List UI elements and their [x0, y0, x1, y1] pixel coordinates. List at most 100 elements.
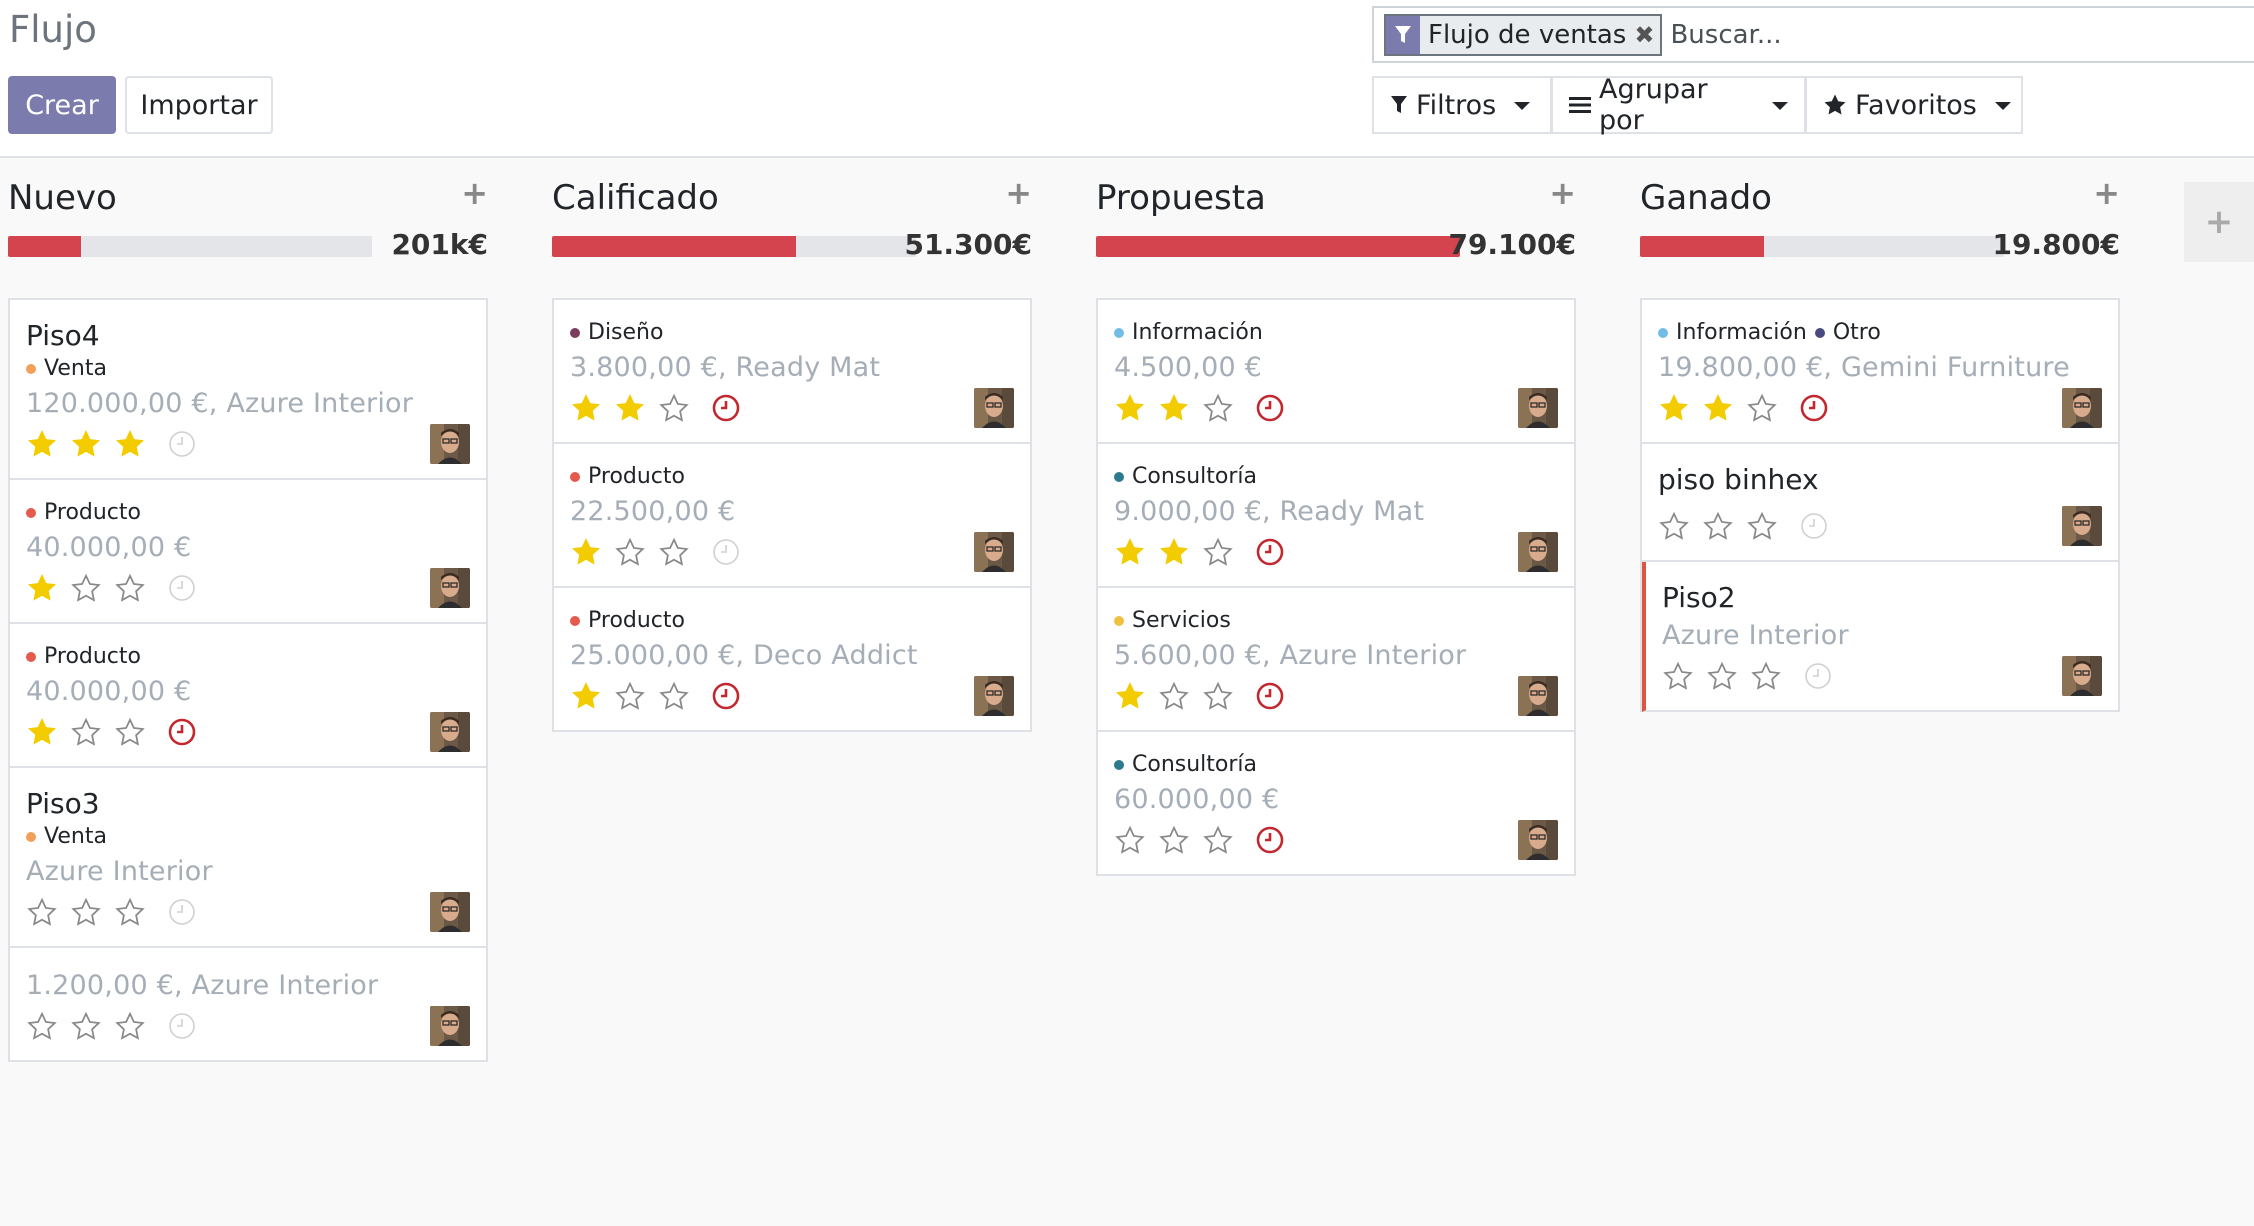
kanban-card[interactable]: Producto 40.000,00 €	[10, 624, 486, 768]
activity-clock-icon[interactable]	[162, 424, 202, 464]
star-empty-icon[interactable]	[614, 676, 658, 716]
kanban-card[interactable]: Información Otro 19.800,00 €, Gemini Furni…	[1642, 300, 2118, 444]
activity-clock-icon[interactable]	[1250, 532, 1290, 572]
activity-clock-icon[interactable]	[162, 1006, 202, 1046]
kanban-card[interactable]: Diseño 3.800,00 €, Ready Mat	[554, 300, 1030, 444]
star-empty-icon[interactable]	[1750, 656, 1794, 696]
favorites-dropdown[interactable]: Favoritos	[1805, 76, 2023, 134]
star-empty-icon[interactable]	[1158, 820, 1202, 860]
activity-clock-icon[interactable]	[706, 676, 746, 716]
kanban-card[interactable]: Piso3 Venta Azure Interior	[10, 768, 486, 948]
star-empty-icon[interactable]	[70, 1006, 114, 1046]
star-filled-icon[interactable]	[1114, 676, 1158, 716]
star-filled-icon[interactable]	[1158, 532, 1202, 572]
breadcrumb[interactable]: Flujo	[9, 8, 97, 51]
star-empty-icon[interactable]	[1158, 676, 1202, 716]
column-progress-bar[interactable]	[1096, 236, 1460, 257]
activity-clock-icon[interactable]	[162, 712, 202, 752]
kanban-card[interactable]: Consultoría 9.000,00 €, Ready Mat	[1098, 444, 1574, 588]
activity-clock-icon[interactable]	[1250, 820, 1290, 860]
star-empty-icon[interactable]	[70, 712, 114, 752]
activity-clock-icon[interactable]	[1250, 676, 1290, 716]
star-empty-icon[interactable]	[114, 568, 158, 608]
star-empty-icon[interactable]	[1202, 676, 1246, 716]
star-empty-icon[interactable]	[1658, 506, 1702, 546]
tag-label: Servicios	[1132, 608, 1231, 633]
star-empty-icon[interactable]	[614, 532, 658, 572]
add-card-icon[interactable]: +	[2093, 174, 2120, 212]
star-empty-icon[interactable]	[658, 388, 702, 428]
star-empty-icon[interactable]	[1746, 388, 1790, 428]
star-empty-icon[interactable]	[1706, 656, 1750, 696]
kanban-card[interactable]: Información 4.500,00 €	[1098, 300, 1574, 444]
column-progress-bar[interactable]	[8, 236, 372, 257]
kanban-card[interactable]: Piso2 Azure Interior	[1642, 562, 2118, 712]
activity-clock-icon[interactable]	[706, 388, 746, 428]
column-progress-bar[interactable]	[1640, 236, 2004, 257]
column-title[interactable]: Propuesta	[1096, 178, 1266, 218]
star-empty-icon[interactable]	[114, 712, 158, 752]
star-filled-icon[interactable]	[26, 568, 70, 608]
remove-facet-icon[interactable]: ✖	[1634, 16, 1660, 54]
activity-clock-icon[interactable]	[1798, 656, 1838, 696]
kanban-card[interactable]: 1.200,00 €, Azure Interior	[10, 948, 486, 1062]
star-filled-icon[interactable]	[614, 388, 658, 428]
kanban-card[interactable]: Consultoría 60.000,00 €	[1098, 732, 1574, 876]
star-empty-icon[interactable]	[114, 892, 158, 932]
filters-dropdown[interactable]: Filtros	[1372, 76, 1552, 134]
star-empty-icon[interactable]	[1202, 532, 1246, 572]
group-by-dropdown[interactable]: Agrupar por	[1551, 74, 1806, 136]
star-filled-icon[interactable]	[26, 712, 70, 752]
star-empty-icon[interactable]	[70, 892, 114, 932]
star-empty-icon[interactable]	[26, 892, 70, 932]
column-progress-bar[interactable]	[552, 236, 916, 257]
star-empty-icon[interactable]	[1202, 820, 1246, 860]
star-filled-icon[interactable]	[1114, 388, 1158, 428]
add-card-icon[interactable]: +	[461, 174, 488, 212]
activity-clock-icon[interactable]	[1794, 388, 1834, 428]
activity-clock-icon[interactable]	[1794, 506, 1834, 546]
star-filled-icon[interactable]	[570, 676, 614, 716]
column-title[interactable]: Nuevo	[8, 178, 117, 218]
star-empty-icon[interactable]	[114, 1006, 158, 1046]
add-card-icon[interactable]: +	[1005, 174, 1032, 212]
star-filled-icon[interactable]	[1114, 532, 1158, 572]
kanban-card[interactable]: Producto 40.000,00 €	[10, 480, 486, 624]
avatar	[974, 388, 1014, 428]
activity-clock-icon[interactable]	[162, 892, 202, 932]
star-filled-icon[interactable]	[70, 424, 114, 464]
add-card-icon[interactable]: +	[1549, 174, 1576, 212]
star-filled-icon[interactable]	[1702, 388, 1746, 428]
add-column-button[interactable]: +	[2184, 182, 2254, 262]
star-filled-icon[interactable]	[1658, 388, 1702, 428]
star-empty-icon[interactable]	[26, 1006, 70, 1046]
kanban-card[interactable]: Servicios 5.600,00 €, Azure Interior	[1098, 588, 1574, 732]
kanban-card[interactable]: Producto 25.000,00 €, Deco Addict	[554, 588, 1030, 732]
search-input[interactable]	[1668, 18, 2153, 51]
column-title[interactable]: Calificado	[552, 178, 719, 218]
star-filled-icon[interactable]	[570, 532, 614, 572]
activity-clock-icon[interactable]	[162, 568, 202, 608]
star-filled-icon[interactable]	[570, 388, 614, 428]
create-button[interactable]: Crear	[8, 76, 116, 134]
column-title[interactable]: Ganado	[1640, 178, 1772, 218]
kanban-card[interactable]: piso binhex	[1642, 444, 2118, 562]
star-empty-icon[interactable]	[658, 532, 702, 572]
activity-clock-icon[interactable]	[1250, 388, 1290, 428]
activity-clock-icon[interactable]	[706, 532, 746, 572]
star-empty-icon[interactable]	[1202, 388, 1246, 428]
star-empty-icon[interactable]	[658, 676, 702, 716]
star-empty-icon[interactable]	[1702, 506, 1746, 546]
star-empty-icon[interactable]	[70, 568, 114, 608]
star-filled-icon[interactable]	[114, 424, 158, 464]
star-empty-icon[interactable]	[1662, 656, 1706, 696]
priority-row	[1658, 506, 2102, 546]
star-empty-icon[interactable]	[1746, 506, 1790, 546]
star-empty-icon[interactable]	[1114, 820, 1158, 860]
kanban-card[interactable]: Producto 22.500,00 €	[554, 444, 1030, 588]
star-filled-icon[interactable]	[1158, 388, 1202, 428]
import-button[interactable]: Importar	[125, 76, 273, 134]
star-filled-icon[interactable]	[26, 424, 70, 464]
kanban-card[interactable]: Piso4 Venta 120.000,00 €, Azure Interior	[10, 300, 486, 480]
card-tags: Información Otro	[1658, 318, 2102, 348]
